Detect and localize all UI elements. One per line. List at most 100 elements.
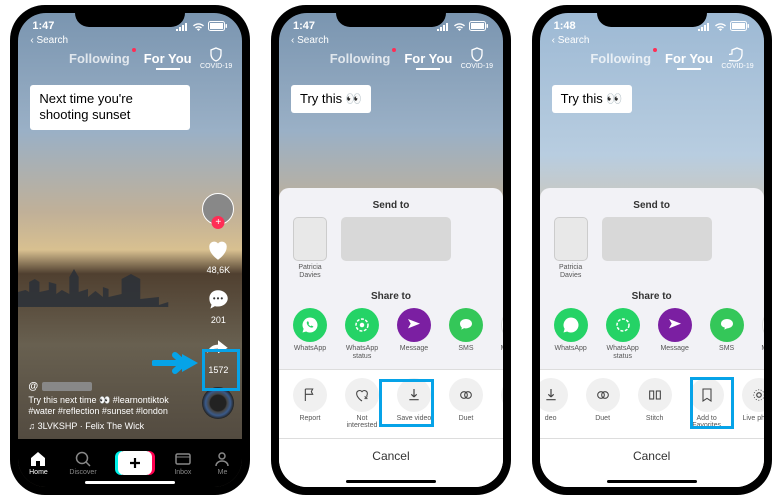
contact-item[interactable]: Patricia Davies [289,217,331,279]
contact-avatar [341,217,451,261]
like-count: 48,6K [207,265,231,275]
nav-home[interactable]: Home [29,450,48,476]
comment-button[interactable]: 201 [205,287,231,325]
highlight-share [202,349,240,391]
share-sms[interactable]: SMS [445,308,487,360]
back-to-search[interactable]: ‹ Search [552,35,590,46]
back-to-search[interactable]: ‹ Search [30,35,68,46]
share-sms[interactable]: SMS [706,308,748,360]
whatsapp-status-icon [606,308,640,342]
contacts-row[interactable]: Patricia Davies [540,217,764,287]
tab-following[interactable]: Following [69,51,130,66]
share-sheet: Send to Patricia Davies Share to WhatsAp… [540,188,764,487]
tab-following[interactable]: Following [590,51,651,66]
message-icon [658,308,692,342]
back-to-search[interactable]: ‹ Search [291,35,329,46]
social-row[interactable]: WhatsApp WhatsApp status Message SMS Mes… [279,308,503,368]
bottom-nav: Home Discover Inbox Me [18,439,242,487]
messenger-icon [762,308,764,342]
covid-badge[interactable]: COVID-19 [721,47,753,70]
whatsapp-status-icon [345,308,379,342]
screen: 1:48 ‹ Search Following For You COVID-19… [540,13,764,487]
action-report[interactable]: Report [289,378,331,430]
status-time: 1:47 [32,20,54,32]
action-stitch[interactable]: Stitch [497,378,503,430]
not-interested-icon [345,378,379,412]
share-whatsapp-status[interactable]: WhatsApp status [341,308,383,360]
sendto-header: Send to [279,200,503,211]
shareto-header: Share to [279,291,503,302]
contact-item[interactable]: Patricia Davies [550,217,592,279]
covid-badge[interactable]: COVID-19 [461,47,493,70]
share-whatsapp-status[interactable]: WhatsApp status [602,308,644,360]
contact-avatar [293,217,327,261]
message-icon [397,308,431,342]
follow-plus-icon[interactable]: + [212,216,225,229]
author-handle[interactable]: @ [28,381,187,392]
status-icons [697,21,750,31]
phone-frame-1: 1:47 ‹ Search Following For You COVID-19… [10,5,250,495]
share-sheet: Send to Patricia Davies Share to WhatsAp… [279,188,503,487]
share-whatsapp[interactable]: WhatsApp [550,308,592,360]
video-description[interactable]: Try this next time 👀 #learnontiktok #wat… [28,395,187,418]
notch [336,5,446,27]
share-messenger[interactable]: Messenger [758,308,764,360]
nav-create[interactable] [118,451,152,475]
home-indicator[interactable] [85,481,175,484]
action-save-video[interactable]: deo [540,378,572,430]
contact-avatar [602,217,712,261]
tab-foryou[interactable]: For You [665,51,713,66]
action-not-interested[interactable]: Not interested [341,378,383,430]
author-avatar[interactable]: + [202,193,234,225]
nav-me[interactable]: Me [213,450,231,476]
nav-discover[interactable]: Discover [69,450,96,476]
share-messenger[interactable]: Messenger [497,308,503,360]
whatsapp-icon [293,308,327,342]
contacts-row[interactable]: Patricia Davies [279,217,503,287]
status-time: 1:48 [554,20,576,32]
share-message[interactable]: Message [654,308,696,360]
covid-badge[interactable]: COVID-19 [200,47,232,70]
sendto-header: Send to [540,200,764,211]
report-icon [293,378,327,412]
tab-foryou[interactable]: For You [144,51,192,66]
whatsapp-icon [554,308,588,342]
share-message[interactable]: Message [393,308,435,360]
like-button[interactable]: 48,6K [205,237,231,275]
sms-icon [449,308,483,342]
action-duet[interactable]: Duet [445,378,487,430]
download-icon [540,378,568,412]
comment-count: 201 [211,315,226,325]
tab-following[interactable]: Following [330,51,391,66]
highlight-save [379,379,434,427]
phone-frame-2: 1:47 ‹ Search Following For You COVID-19… [271,5,511,495]
status-icons [175,21,228,31]
action-stitch[interactable]: Stitch [634,378,676,430]
notch [75,5,185,27]
video-caption-overlay: Try this 👀 [291,85,371,113]
contact-group[interactable] [602,217,712,279]
shareto-header: Share to [540,291,764,302]
screen: 1:47 ‹ Search Following For You COVID-19… [18,13,242,487]
video-meta: @ Try this next time 👀 #learnontiktok #w… [28,381,187,431]
sound-disc[interactable] [202,387,234,419]
annotation-arrow-1 [152,350,200,381]
contact-group[interactable] [341,217,451,279]
video-caption-overlay: Next time you're shooting sunset [30,85,190,130]
screen: 1:47 ‹ Search Following For You COVID-19… [279,13,503,487]
nav-inbox[interactable]: Inbox [174,450,192,476]
home-indicator[interactable] [607,480,697,483]
phone-frame-3: 1:48 ‹ Search Following For You COVID-19… [532,5,772,495]
contact-avatar [554,217,588,261]
sms-icon [710,308,744,342]
stitch-icon [501,378,503,412]
tab-foryou[interactable]: For You [404,51,452,66]
sound-label[interactable]: ♫ 3LVKSHP · Felix The Wick [28,421,187,431]
share-whatsapp[interactable]: WhatsApp [289,308,331,360]
action-duet[interactable]: Duet [582,378,624,430]
status-icons [436,21,489,31]
social-row[interactable]: WhatsApp WhatsApp status Message SMS Mes… [540,308,764,368]
action-live-photo[interactable]: Live photo [738,378,764,430]
live-photo-icon [742,378,764,412]
home-indicator[interactable] [346,480,436,483]
